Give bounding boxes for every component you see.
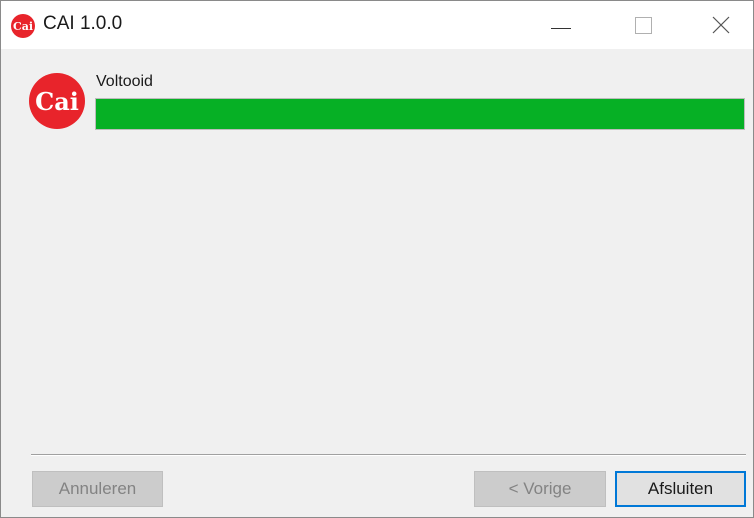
app-logo-icon: Cai (11, 14, 35, 38)
close-button[interactable] (691, 1, 751, 49)
window-title: CAI 1.0.0 (43, 13, 123, 34)
footer-separator (31, 454, 746, 456)
status-label: Voltooid (96, 73, 153, 90)
cancel-button[interactable]: Annuleren (32, 471, 163, 507)
title-bar[interactable]: Cai CAI 1.0.0 (1, 1, 753, 49)
previous-button[interactable]: < Vorige (474, 471, 606, 507)
minimize-button[interactable] (531, 1, 591, 49)
installer-window: Cai CAI 1.0.0 Cai Voltooid Annuleren < V… (0, 0, 754, 518)
finish-button[interactable]: Afsluiten (615, 471, 746, 507)
close-icon (712, 16, 730, 34)
maximize-button (613, 1, 673, 49)
maximize-icon (634, 16, 652, 34)
minimize-icon (551, 27, 571, 29)
progress-bar-fill (96, 99, 744, 129)
progress-bar (95, 98, 745, 130)
app-logo: Cai (29, 73, 85, 129)
